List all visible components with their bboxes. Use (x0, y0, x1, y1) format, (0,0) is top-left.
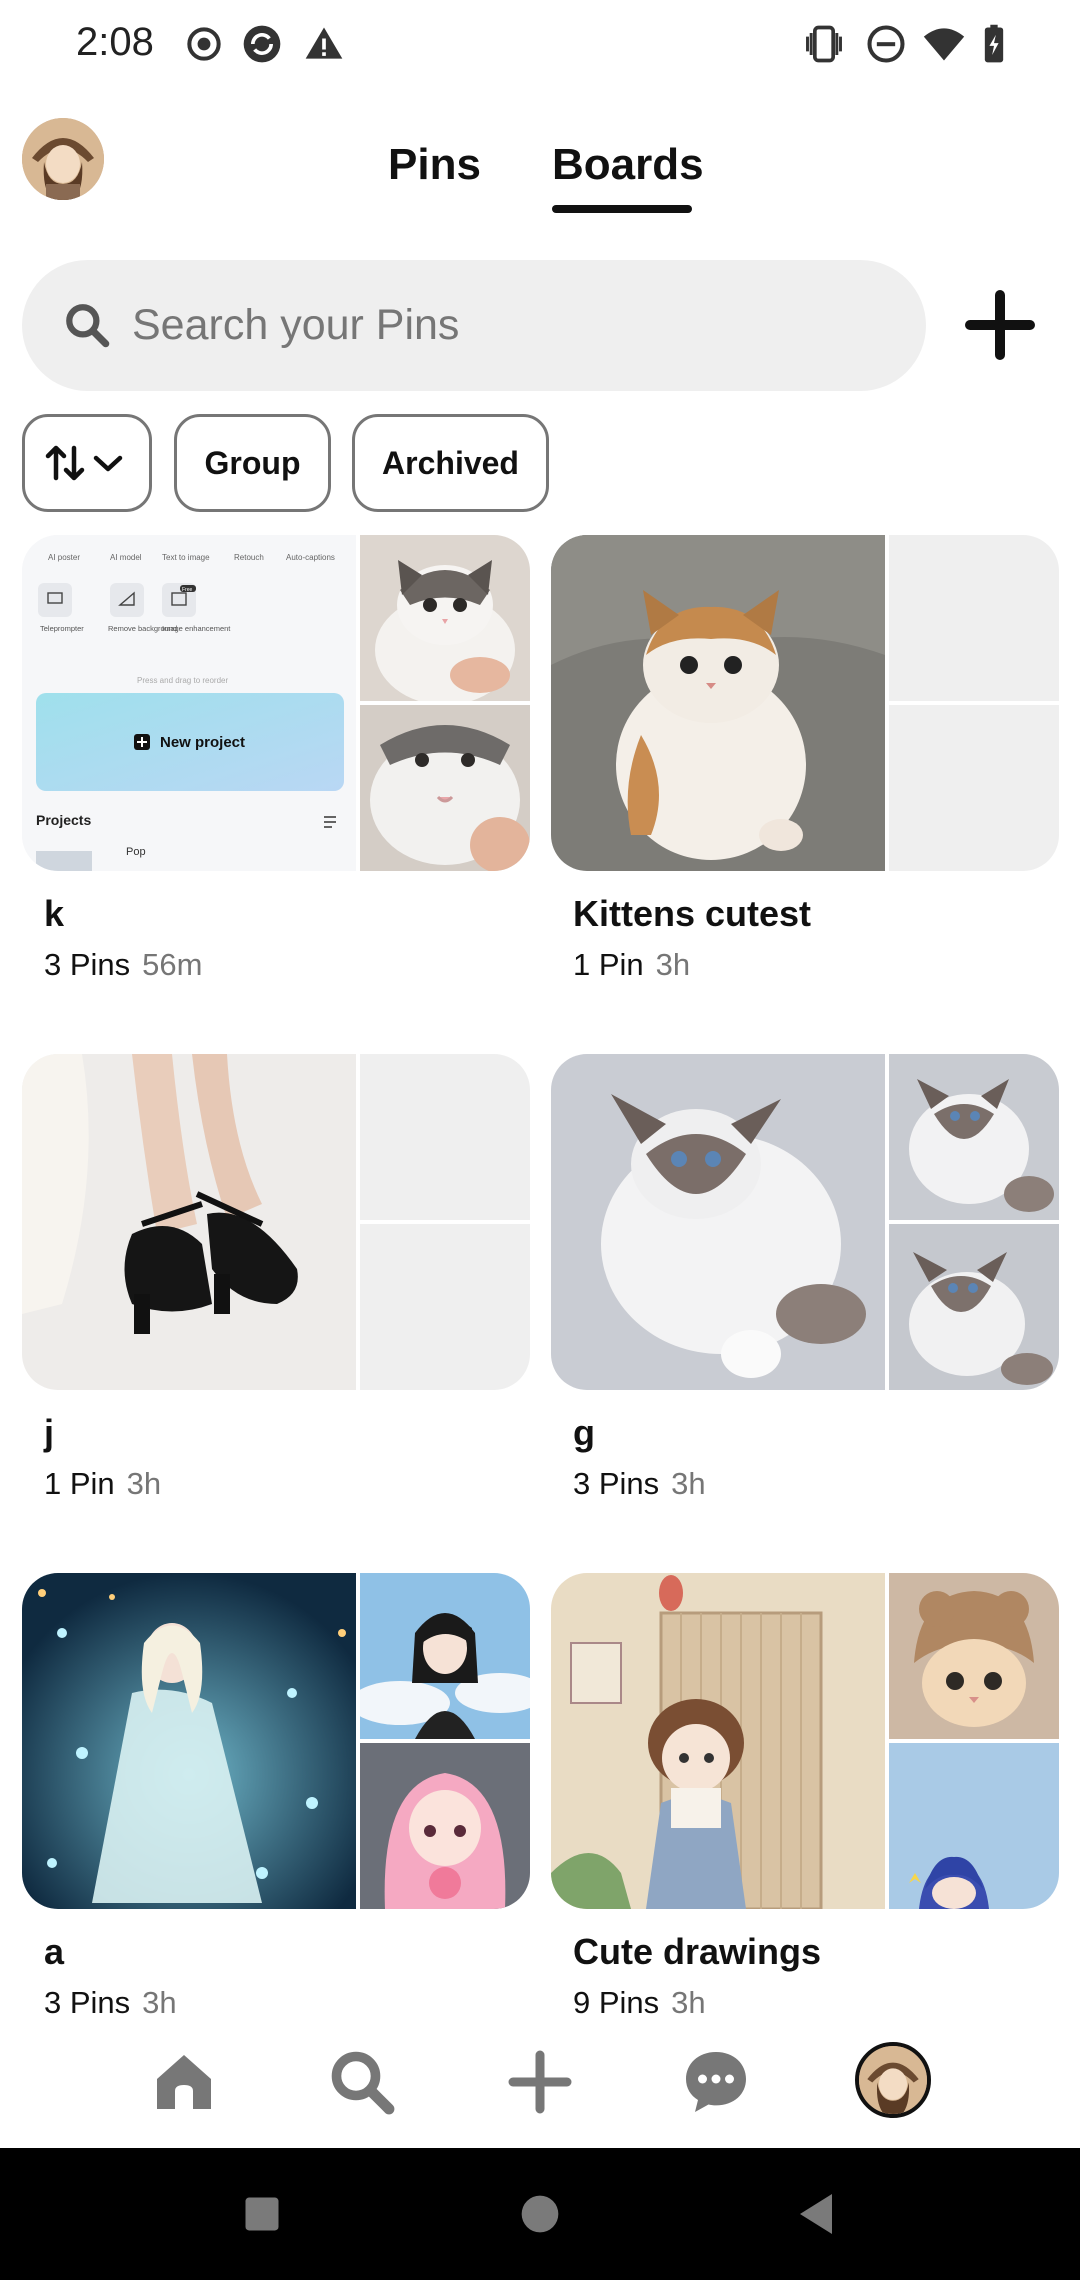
pin-count: 3 Pins (44, 1985, 131, 2016)
project-item: Pop (126, 846, 146, 858)
pin-thumbnail (889, 1224, 1059, 1390)
pin-placeholder (889, 535, 1059, 701)
hint-text: Press and drag to reorder (137, 676, 228, 685)
pin-thumbnail (551, 1573, 885, 1909)
board-meta: 1 Pin 3h (44, 1466, 161, 1502)
pin-placeholder (360, 1054, 530, 1220)
board-card[interactable]: j 1 Pin 3h (22, 1054, 530, 1524)
tab-boards-underline (552, 205, 692, 213)
pin-placeholder (889, 705, 1059, 871)
sort-button[interactable] (22, 414, 152, 512)
pin-thumbnail (22, 1573, 356, 1909)
sync-icon (243, 25, 281, 63)
board-title: Cute drawings (573, 1931, 822, 1972)
search-input[interactable]: Search your Pins (132, 301, 459, 350)
pin-thumbnail (551, 535, 885, 871)
board-cover[interactable] (22, 1054, 530, 1390)
updated-time: 3h (671, 1985, 706, 2016)
pin-thumbnail (889, 1054, 1059, 1220)
do-not-disturb-icon (867, 25, 905, 63)
pin-thumbnail (350, 1573, 530, 1739)
pin-placeholder (360, 1224, 530, 1390)
wifi-icon (923, 28, 965, 61)
tool-label: Retouch (234, 553, 264, 562)
search-bar[interactable]: Search your Pins (22, 260, 926, 391)
search-icon[interactable] (326, 2046, 398, 2118)
board-card[interactable]: Kittens cutest 1 Pin 3h (551, 535, 1059, 1005)
warning-icon (305, 27, 343, 59)
board-card[interactable]: AI poster AI model Text to image Retouch… (22, 535, 530, 1005)
tool-label: Teleprompter (40, 624, 84, 633)
pin-thumbnail (22, 1054, 356, 1390)
tool-label: Image enhancement (162, 624, 231, 633)
pin-thumbnail (360, 535, 530, 705)
board-cover[interactable] (551, 1573, 1059, 1909)
home-icon[interactable] (148, 2046, 220, 2118)
vibrate-icon (806, 25, 842, 63)
board-card[interactable]: g 3 Pins 3h (551, 1054, 1059, 1524)
updated-time: 3h (126, 1466, 162, 1501)
board-title: k (44, 893, 65, 934)
plus-icon[interactable] (504, 2046, 576, 2118)
board-meta: 3 Pins 3h (44, 1985, 177, 2016)
pin-count: 3 Pins (44, 947, 131, 982)
profile-avatar[interactable] (22, 118, 104, 200)
board-cover[interactable] (22, 1573, 530, 1909)
pin-count: 3 Pins (573, 1466, 660, 1501)
bottom-nav (0, 2016, 1080, 2148)
board-title: g (573, 1412, 595, 1453)
tool-label: AI model (110, 553, 142, 562)
sort-arrows-icon (45, 445, 123, 481)
projects-label: Projects (36, 812, 91, 828)
pin-thumbnail (889, 1743, 1059, 1909)
status-bar: 2:08 (0, 0, 1080, 90)
boards-grid: AI poster AI model Text to image Retouch… (0, 530, 1080, 2016)
back-icon[interactable] (792, 2190, 840, 2238)
battery-charging-icon (984, 24, 1004, 63)
search-icon (66, 304, 110, 348)
system-nav-bar (0, 2148, 1080, 2280)
tool-label: Text to image (162, 553, 210, 562)
board-card[interactable]: a 3 Pins 3h (22, 1573, 530, 2016)
new-project-label: New project (160, 734, 245, 751)
board-title: j (44, 1412, 55, 1453)
board-meta: 3 Pins 56m (44, 947, 202, 983)
messages-icon[interactable] (680, 2046, 752, 2118)
board-meta: 3 Pins 3h (573, 1466, 706, 1502)
board-card[interactable]: Cute drawings 9 Pins 3h (551, 1573, 1059, 2016)
tool-label: AI poster (48, 553, 80, 562)
updated-time: 3h (671, 1466, 706, 1501)
board-title: a (44, 1931, 65, 1972)
updated-time: 3h (142, 1985, 177, 2016)
board-meta: 1 Pin 3h (573, 947, 690, 983)
board-meta: 9 Pins 3h (573, 1985, 706, 2016)
board-cover[interactable] (551, 1054, 1059, 1390)
pin-thumbnail (551, 1054, 885, 1390)
pin-count: 1 Pin (573, 947, 644, 982)
pin-count: 1 Pin (44, 1466, 115, 1501)
profile-avatar[interactable] (855, 2042, 931, 2118)
home-circle-icon[interactable] (518, 2192, 562, 2236)
board-cover[interactable] (551, 535, 1059, 871)
pin-thumbnail: AI poster AI model Text to image Retouch… (22, 535, 356, 871)
board-cover[interactable]: AI poster AI model Text to image Retouch… (22, 535, 530, 871)
tab-pins[interactable]: Pins (388, 140, 481, 190)
board-title: Kittens cutest (573, 893, 812, 934)
pin-count: 9 Pins (573, 1985, 660, 2016)
tab-boards[interactable]: Boards (552, 140, 704, 190)
pin-thumbnail (889, 1573, 1059, 1739)
chip-archived[interactable]: Archived (352, 414, 549, 512)
tool-label: Auto-captions (286, 553, 335, 562)
plus-icon[interactable] (960, 285, 1040, 365)
free-badge: Free (182, 587, 193, 593)
chip-group[interactable]: Group (174, 414, 331, 512)
updated-time: 56m (142, 947, 203, 982)
pin-thumbnail (360, 705, 530, 871)
pin-thumbnail (360, 1743, 530, 1909)
updated-time: 3h (655, 947, 691, 982)
status-time: 2:08 (76, 20, 154, 64)
record-icon (187, 27, 221, 61)
recents-icon[interactable] (240, 2192, 284, 2236)
